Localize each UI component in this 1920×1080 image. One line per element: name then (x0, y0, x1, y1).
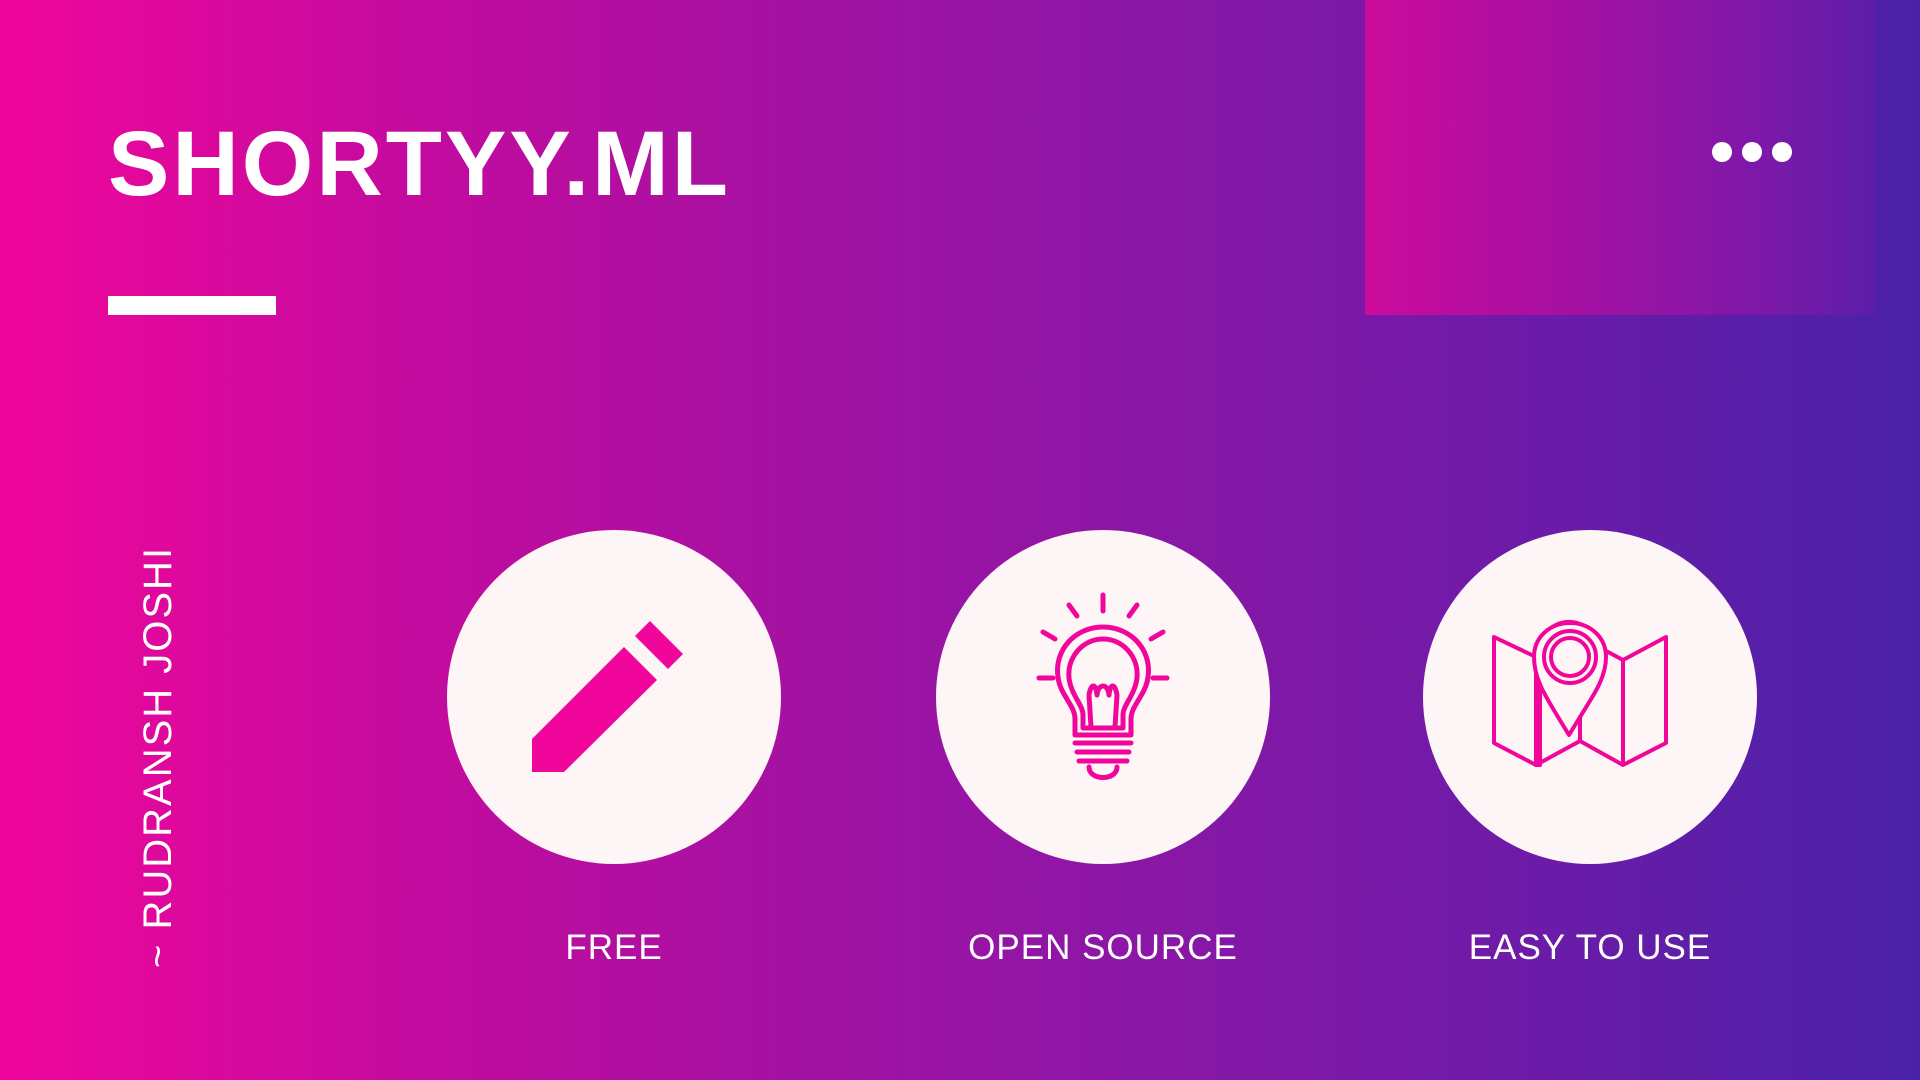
feature-easy-to-use: EASY TO USE (1423, 530, 1757, 965)
feature-icon-circle (447, 530, 781, 864)
pencil-icon (532, 621, 683, 772)
feature-icon-circle (936, 530, 1270, 864)
feature-free: FREE (447, 530, 781, 965)
feature-icon-circle (1423, 530, 1757, 864)
page-title: SHORTYY.ML (108, 113, 731, 215)
dot (1712, 142, 1732, 162)
dot (1742, 142, 1762, 162)
lightbulb-icon (1036, 592, 1170, 780)
corner-panel (1365, 0, 1875, 315)
feature-label: EASY TO USE (1468, 928, 1712, 967)
title-underline (108, 296, 276, 315)
feature-label: FREE (565, 928, 663, 967)
dot (1772, 142, 1792, 162)
feature-label: OPEN SOURCE (968, 928, 1238, 967)
map-pin-icon (1492, 619, 1668, 767)
more-options-icon[interactable] (1712, 142, 1792, 162)
feature-open-source: OPEN SOURCE (936, 530, 1270, 965)
author-credit: ~ RUDRANSH JOSHI (136, 545, 180, 968)
